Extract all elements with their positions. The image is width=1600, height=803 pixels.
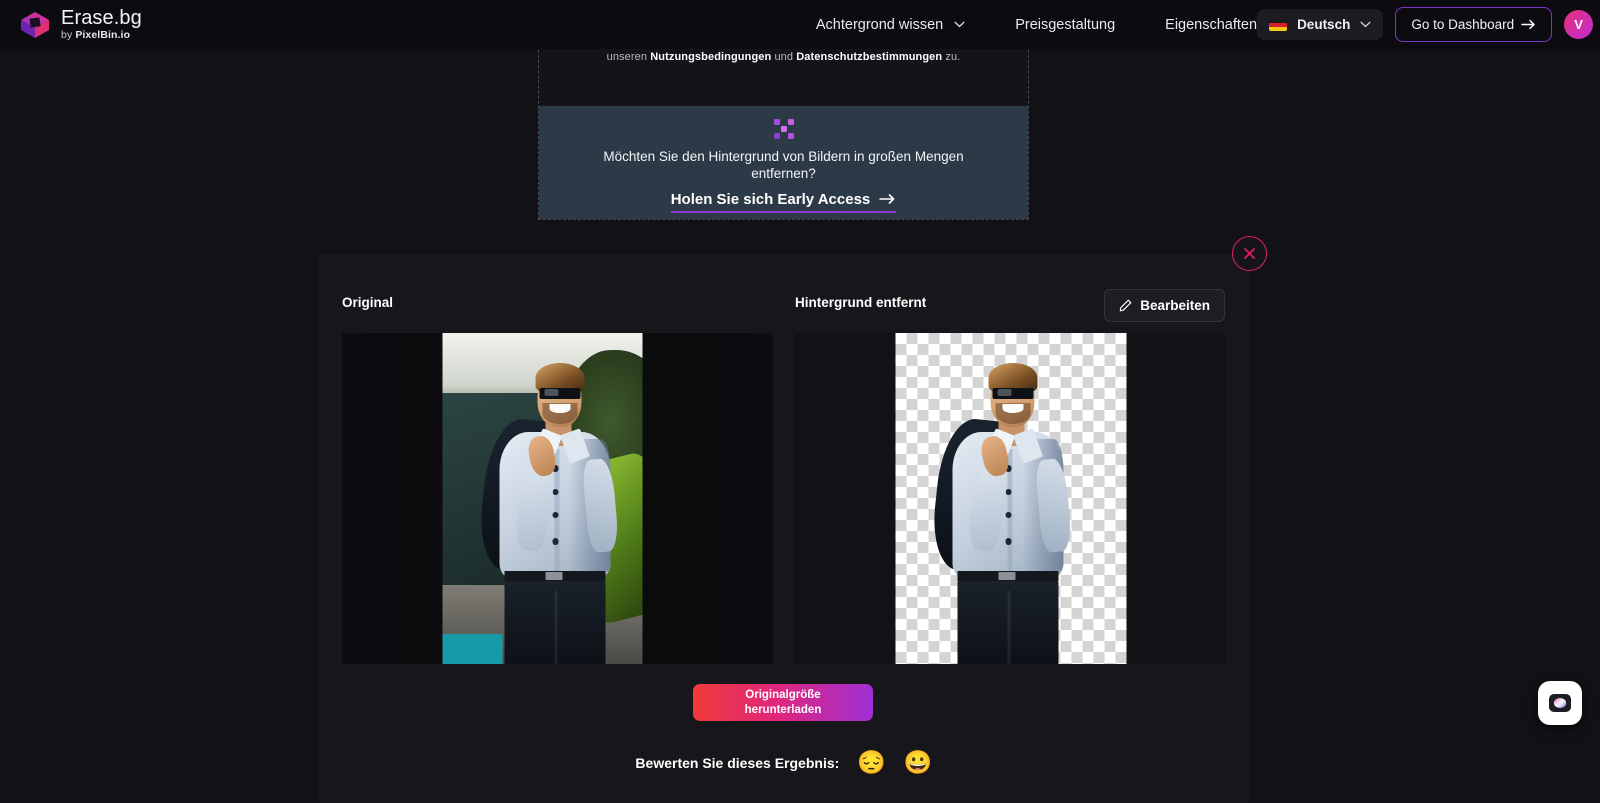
original-right-fade bbox=[712, 333, 773, 664]
rating-label: Bewerten Sie dieses Ergebnis: bbox=[635, 754, 840, 771]
user-avatar[interactable]: V bbox=[1564, 10, 1594, 39]
close-x-icon bbox=[1244, 248, 1255, 259]
nav-item-pricing[interactable]: Preisgestaltung bbox=[1015, 9, 1115, 41]
edit-button-label: Bearbeiten bbox=[1140, 298, 1210, 313]
nav-item-label: Achtergrond wissen bbox=[815, 16, 944, 33]
bulk-squares-icon bbox=[773, 119, 794, 139]
terms-of-use-link[interactable]: Nutzungsbedingungen bbox=[650, 51, 771, 63]
edit-button[interactable]: Bearbeiten bbox=[1104, 289, 1225, 322]
rating-section: Bewerten Sie dieses Ergebnis: 😔 😀 bbox=[318, 751, 1250, 774]
result-panel: Original Hintergrund entfernt Bearbeiten bbox=[318, 254, 1250, 803]
cutout-image bbox=[895, 333, 1126, 664]
nav-item-label: Eigenschaften bbox=[1165, 16, 1258, 33]
arrow-right-icon bbox=[879, 194, 895, 205]
download-original-size-button[interactable]: Originalgröße herunterladen bbox=[693, 684, 873, 721]
arrow-right-icon bbox=[1521, 19, 1535, 30]
original-label: Original bbox=[342, 295, 394, 310]
chevron-down-icon bbox=[1360, 21, 1371, 28]
download-line-one: Originalgröße bbox=[745, 689, 821, 702]
brand-subtitle: by PixelBin.io bbox=[61, 29, 131, 42]
early-access-label: Holen Sie sich Early Access bbox=[670, 190, 871, 208]
terms-middle: und bbox=[771, 51, 797, 63]
dashboard-button-label: Go to Dashboard bbox=[1411, 17, 1515, 32]
nav-item-features[interactable]: Eigenschaften bbox=[1165, 9, 1257, 41]
chevron-down-icon bbox=[954, 21, 965, 28]
main-navigation: Achtergrond wissen Preisgestaltung Eigen… bbox=[816, 9, 1257, 41]
background-removed-label: Hintergrund entfernt bbox=[795, 295, 927, 310]
brand-name: Erase.bg bbox=[61, 7, 142, 30]
nav-item-label: Preisgestaltung bbox=[1015, 16, 1116, 33]
terms-prefix: unseren bbox=[606, 51, 651, 63]
language-selector[interactable]: Deutsch bbox=[1257, 9, 1384, 40]
terms-suffix: zu. bbox=[942, 51, 961, 63]
brand-logo[interactable]: Erase.bg by PixelBin.io bbox=[18, 8, 142, 41]
header-right-controls: Deutsch Go to Dashboard V bbox=[1257, 7, 1594, 42]
brand-text: Erase.bg by PixelBin.io bbox=[61, 8, 142, 41]
download-line-two: herunterladen bbox=[744, 703, 822, 716]
original-image bbox=[442, 333, 673, 664]
original-left-fade bbox=[342, 333, 403, 664]
bulk-promo-headline: Möchten Sie den Hintergrund von Bildern … bbox=[603, 149, 964, 181]
terms-agreement-text: unseren Nutzungsbedingungen und Datensch… bbox=[539, 51, 1028, 63]
background-removed-image-panel[interactable] bbox=[795, 333, 1226, 664]
preview-comparison bbox=[342, 333, 1226, 664]
download-button-text: Originalgröße herunterladen bbox=[745, 688, 822, 717]
upload-dropzone[interactable]: unseren Nutzungsbedingungen und Datensch… bbox=[538, 40, 1029, 220]
rating-sad-emoji[interactable]: 😔 bbox=[857, 751, 886, 774]
privacy-policy-link[interactable]: Datenschutzbestimmungen bbox=[796, 51, 942, 63]
go-to-dashboard-button[interactable]: Go to Dashboard bbox=[1395, 7, 1553, 42]
original-photo-subject bbox=[442, 333, 673, 664]
cutout-photo-subject bbox=[895, 333, 1126, 664]
rating-happy-emoji[interactable]: 😀 bbox=[904, 751, 933, 774]
bulk-promo-card: Möchten Sie den Hintergrund von Bildern … bbox=[539, 106, 1028, 219]
german-flag-icon bbox=[1269, 18, 1288, 31]
page-root: Erase.bg by PixelBin.io Achtergrond wiss… bbox=[0, 0, 1600, 803]
chat-support-icon bbox=[1549, 694, 1571, 712]
close-result-button[interactable] bbox=[1232, 236, 1267, 271]
early-access-link[interactable]: Holen Sie sich Early Access bbox=[670, 190, 897, 213]
chat-support-button[interactable] bbox=[1538, 681, 1582, 725]
language-value: Deutsch bbox=[1297, 17, 1351, 32]
original-image-panel[interactable] bbox=[342, 333, 773, 664]
avatar-initial: V bbox=[1574, 17, 1583, 32]
result-panel-header: Original Hintergrund entfernt Bearbeiten bbox=[318, 289, 1250, 322]
site-header: Erase.bg by PixelBin.io Achtergrond wiss… bbox=[0, 0, 1600, 49]
erasebg-logo-icon bbox=[21, 11, 49, 38]
nav-item-background-knowledge[interactable]: Achtergrond wissen bbox=[816, 9, 965, 41]
pencil-icon bbox=[1119, 299, 1132, 312]
